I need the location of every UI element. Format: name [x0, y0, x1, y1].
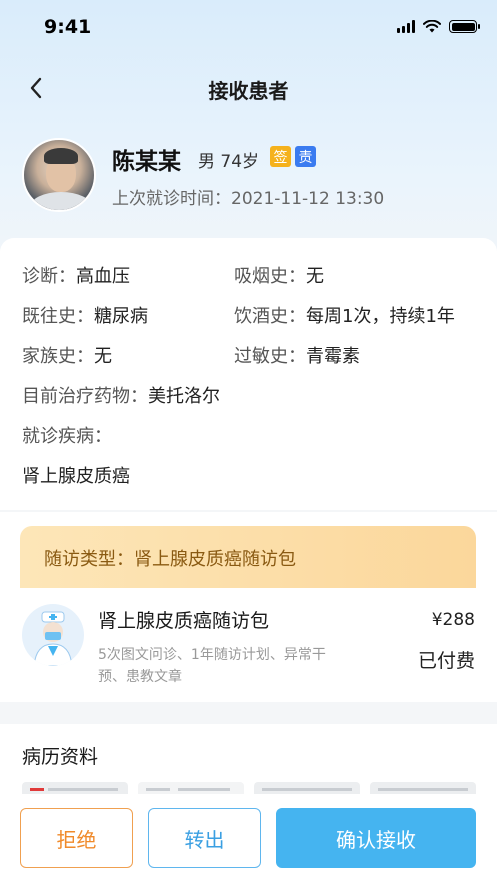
- followup-package-item[interactable]: 肾上腺皮质癌随访包 5次图文问诊、1年随访计划、异常干预、患教文章 ¥288 已…: [0, 588, 497, 702]
- past-history-row: 既往史：糖尿病: [22, 302, 148, 328]
- family-history-value: 无: [94, 346, 112, 367]
- past-history-value: 糖尿病: [94, 306, 148, 327]
- allergy-value: 青霉素: [306, 346, 360, 367]
- records-title: 病历资料: [22, 746, 99, 768]
- family-history-row: 家族史：无: [22, 342, 112, 368]
- past-history-label: 既往史：: [22, 306, 94, 327]
- drinking-label: 饮酒史：: [234, 306, 306, 327]
- patient-gender-age: 男 74岁: [198, 152, 260, 172]
- transfer-button[interactable]: 转出: [148, 808, 261, 868]
- followup-type-banner: 随访类型：肾上腺皮质癌随访包: [20, 526, 476, 588]
- allergy-label: 过敏史：: [234, 346, 306, 367]
- drinking-row: 饮酒史：每周1次，持续1年: [234, 302, 455, 328]
- confirm-receive-button[interactable]: 确认接收: [276, 808, 476, 868]
- followup-type-text: 随访类型：肾上腺皮质癌随访包: [44, 549, 296, 570]
- patient-name: 陈某某: [112, 149, 181, 175]
- followup-section: 随访类型：肾上腺皮质癌随访包 肾上腺皮质癌随访包 5次图文问诊、1年随访计划、异…: [0, 512, 497, 702]
- status-icons: [397, 20, 480, 33]
- drinking-value: 每周1次，持续1年: [306, 306, 455, 327]
- action-bar: 拒绝 转出 确认接收: [0, 794, 497, 883]
- current-meds-row: 目前治疗药物：美托洛尔: [22, 382, 220, 408]
- diagnosis-label: 诊断：: [22, 266, 76, 287]
- package-name: 肾上腺皮质癌随访包: [98, 610, 270, 632]
- visit-disease-label: 就诊疾病：: [22, 426, 112, 447]
- patient-info-card: 诊断：高血压 吸烟史：无 既往史：糖尿病 饮酒史：每周1次，持续1年 家族史：无…: [0, 238, 497, 510]
- doctor-icon: [22, 604, 84, 666]
- diagnosis-row: 诊断：高血压: [22, 262, 130, 288]
- last-visit-time: 上次就诊时间：2021-11-12 13:30: [112, 189, 385, 209]
- payment-status: 已付费: [417, 650, 475, 672]
- current-meds-value: 美托洛尔: [148, 386, 220, 407]
- package-price: ¥288: [431, 610, 475, 630]
- wifi-icon: [423, 20, 441, 33]
- current-meds-label: 目前治疗药物：: [22, 386, 148, 407]
- signed-badge: 签: [270, 146, 291, 167]
- smoking-label: 吸烟史：: [234, 266, 306, 287]
- battery-icon: [449, 20, 480, 33]
- visit-disease-value: 肾上腺皮质癌: [22, 466, 130, 487]
- smoking-value: 无: [306, 266, 324, 287]
- diagnosis-value: 高血压: [76, 266, 130, 287]
- reject-button[interactable]: 拒绝: [20, 808, 133, 868]
- package-description: 5次图文问诊、1年随访计划、异常干预、患教文章: [98, 647, 326, 685]
- page-title: 接收患者: [208, 79, 289, 103]
- status-time: 9:41: [44, 16, 92, 38]
- avatar: [22, 138, 96, 212]
- nav-bar: 接收患者: [0, 62, 497, 114]
- family-history-label: 家族史：: [22, 346, 94, 367]
- status-bar: 9:41: [0, 0, 497, 56]
- allergy-row: 过敏史：青霉素: [234, 342, 360, 368]
- responsible-badge: 责: [295, 146, 316, 167]
- signal-icon: [397, 20, 415, 33]
- smoking-row: 吸烟史：无: [234, 262, 324, 288]
